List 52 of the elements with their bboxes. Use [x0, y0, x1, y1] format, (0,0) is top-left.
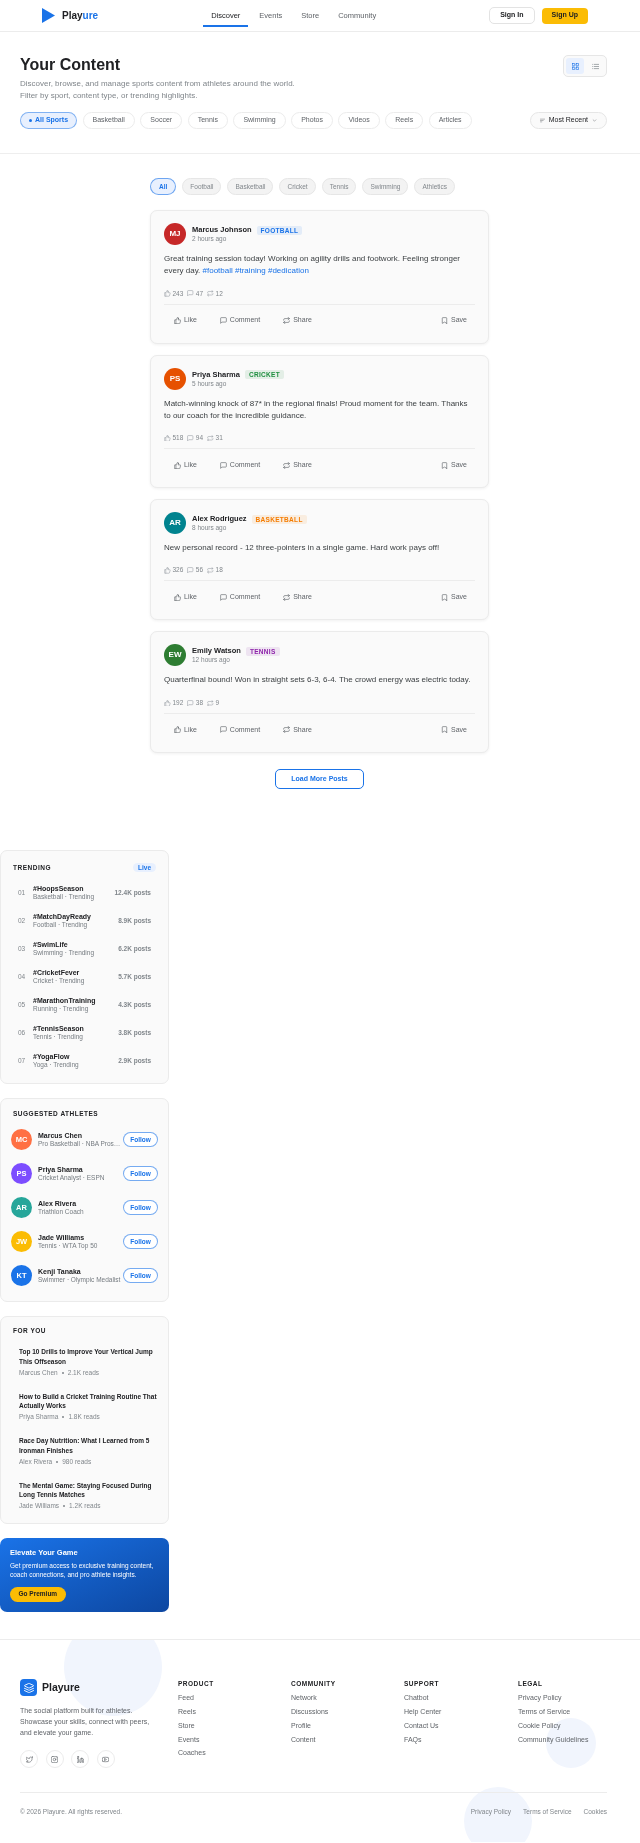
post-text: Great training session today! Working on agility drills and footwork. Feeling stronger every day. #football #training #dedication: [164, 253, 461, 278]
avatar: AR: [164, 512, 186, 535]
bookmark-icon: [441, 461, 449, 469]
page-title: Your Content: [20, 55, 122, 75]
hashtag-link[interactable]: #football: [202, 266, 233, 276]
comment-icon: [219, 317, 227, 325]
repeat-icon: [283, 594, 291, 601]
comment-icon: [187, 290, 194, 297]
brand-name[interactable]: Playure: [62, 8, 99, 23]
bookmark-icon: [441, 317, 449, 325]
footer-brand-name: Playure: [42, 1680, 80, 1696]
repeat-icon: [207, 699, 214, 707]
comment-icon: [187, 434, 194, 442]
repeat-icon: [283, 317, 291, 325]
comment-icon: [219, 461, 227, 469]
thumbs-up-icon: [164, 567, 171, 574]
avatar: EW: [164, 644, 186, 667]
post-text: Quarterfinal bound! Won in straight sets 6-3, 6-4. The crowd energy was electric today.: [164, 674, 472, 687]
layers-icon[interactable]: [20, 1679, 37, 1697]
bookmark-icon: [441, 594, 449, 601]
repeat-icon: [283, 726, 291, 734]
comment-icon: [187, 567, 194, 574]
twitter-icon[interactable]: [20, 1750, 38, 1769]
post-text: Match-winning knock of 87* in the regional finals! Proud moment for the team. Thanks to our coach for the incredible guidance.: [164, 397, 469, 422]
grid-view-icon[interactable]: [566, 58, 584, 74]
repeat-icon: [283, 461, 291, 469]
bookmark-icon: [441, 726, 449, 734]
avatar: PS: [164, 367, 186, 390]
thumbs-up-icon: [174, 317, 181, 325]
thumbs-up-icon: [164, 290, 171, 297]
youtube-icon[interactable]: [96, 1750, 115, 1769]
instagram-icon[interactable]: [45, 1750, 64, 1769]
page-description: Discover, browse, and manage sports content from athletes around the world. Filter by sport, content type, or trending highlights.: [20, 78, 296, 102]
chevron-down-icon: [592, 118, 597, 123]
comment-icon: [187, 699, 194, 707]
repeat-icon: [207, 567, 214, 574]
thumbs-up-icon: [174, 594, 181, 601]
play-triangle-icon[interactable]: [42, 8, 55, 23]
repeat-icon: [207, 290, 214, 297]
thumbs-up-icon: [174, 461, 181, 469]
post-text: New personal record - 12 three-pointers in a single game. Hard work pays off!: [164, 542, 441, 555]
repeat-icon: [207, 434, 214, 442]
hashtag-link[interactable]: #dedication: [267, 266, 309, 276]
sort-icon: [539, 118, 545, 123]
linkedin-icon[interactable]: [71, 1750, 89, 1769]
hashtag-link[interactable]: #training: [235, 266, 266, 276]
thumbs-up-icon: [174, 726, 181, 734]
thumbs-up-icon: [164, 699, 171, 707]
thumbs-up-icon: [164, 434, 171, 442]
avatar: MJ: [164, 223, 186, 245]
comment-icon: [219, 594, 227, 601]
comment-icon: [219, 726, 227, 734]
